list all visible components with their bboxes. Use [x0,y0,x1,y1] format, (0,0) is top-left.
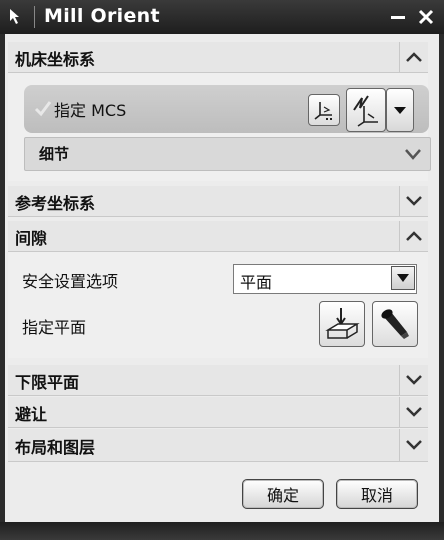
specify-mcs-button[interactable] [346,88,386,132]
section-layout-layers-header[interactable]: 布局和图层 [8,429,428,462]
window-bottom-frame [0,522,444,540]
detail-subsection[interactable]: 细节 [24,137,431,171]
chevron-up-icon [406,231,422,241]
collapse-chevron[interactable] [399,221,428,251]
minimize-button[interactable] [386,4,410,30]
dynamic-csys-icon [353,95,378,127]
expand-chevron[interactable] [399,365,428,395]
section-reference-csys-header[interactable]: 参考坐标系 [8,186,428,217]
checkmark-icon [34,101,52,117]
section-title: 下限平面 [15,373,80,392]
safety-option-value: 平面 [240,273,273,292]
title-separator [34,6,35,28]
chevron-down-icon [406,407,422,417]
section-avoidance-header[interactable]: 避让 [8,397,428,428]
window-title: Mill Orient [44,5,160,27]
title-bar[interactable]: Mill Orient [0,0,444,34]
chevron-down-icon [406,375,422,385]
section-title: 避让 [15,405,48,424]
flashlight-icon [381,309,409,339]
section-title: 布局和图层 [15,438,96,457]
detail-label: 细节 [39,145,70,163]
expand-chevron[interactable] [399,186,428,216]
chevron-down-icon [406,440,422,450]
dropdown-arrow-icon [394,107,406,114]
expand-chevron[interactable] [399,429,428,461]
pointer-arrow-icon [4,4,30,30]
plane-select-button[interactable] [372,301,418,347]
specify-plane-label: 指定平面 [22,318,87,337]
chevron-down-icon [406,196,422,206]
cancel-button[interactable]: 取消 [336,479,418,509]
close-button[interactable] [414,4,438,30]
chevron-up-icon [406,52,422,62]
ok-button[interactable]: 确定 [242,479,324,509]
section-title: 参考坐标系 [15,194,96,213]
dropdown-arrow-icon [397,274,409,282]
plane-icon [325,308,360,339]
section-clearance-header[interactable]: 间隙 [8,221,428,252]
dialog-window: Mill Orient 机床坐标系 指定 MCS 细节 参考坐标系 间隙 安全设… [0,0,444,540]
csys-dialog-button[interactable] [308,94,340,126]
chevron-down-icon [405,149,421,160]
minimize-icon [391,16,405,19]
section-lower-plane-header[interactable]: 下限平面 [8,365,428,396]
expand-chevron[interactable] [399,397,428,427]
section-machine-csys-header[interactable]: 机床坐标系 [8,42,428,73]
collapse-chevron[interactable] [399,42,428,72]
safety-option-label: 安全设置选项 [22,272,119,291]
csys-icon [314,102,332,120]
select-arrow-button[interactable] [391,266,415,290]
section-title: 机床坐标系 [15,50,96,69]
specify-mcs-label: 指定 MCS [54,101,127,120]
section-title: 间隙 [15,229,48,248]
specify-mcs-row: 指定 MCS [24,85,429,133]
plane-dialog-button[interactable] [319,301,365,347]
safety-option-select[interactable]: 平面 [233,264,417,294]
close-icon [418,9,434,25]
mcs-options-dropdown[interactable] [386,88,414,132]
